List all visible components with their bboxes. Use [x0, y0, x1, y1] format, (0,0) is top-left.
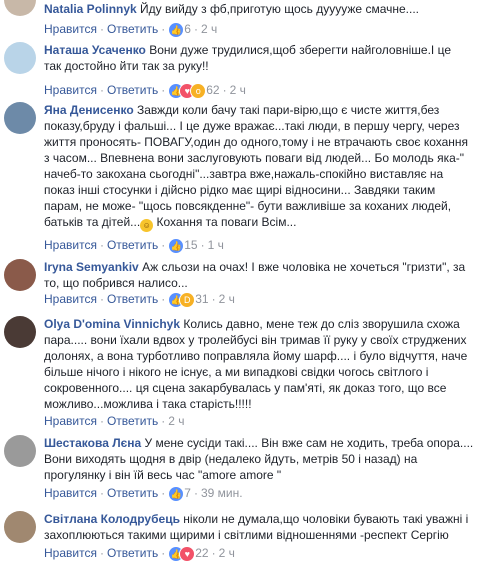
like-button[interactable]: Нравится — [44, 83, 97, 97]
avatar[interactable] — [4, 316, 36, 348]
comment-actions: Нравится · Ответить · 👍 ♥ 22 · 2 ч — [44, 545, 235, 563]
avatar[interactable] — [4, 435, 36, 467]
reply-button[interactable]: Ответить — [107, 22, 158, 36]
reaction-count[interactable]: 6 — [184, 22, 191, 36]
comment-text: У мене сусіди такі.... Він вже сам не хо… — [144, 436, 474, 450]
like-button[interactable]: Нравится — [44, 22, 97, 36]
like-button[interactable]: Нравится — [44, 292, 97, 306]
haha-reaction-icon: D — [179, 292, 196, 309]
avatar[interactable] — [4, 0, 36, 16]
comment-text: показу,бруду і фальші... І це дуже вража… — [44, 119, 460, 133]
comment-text: прогулянку і він їй весь час "amore amor… — [44, 468, 282, 482]
comment-text: ніколи не думала,що чоловіки бувають так… — [183, 512, 469, 526]
avatar[interactable] — [4, 102, 36, 134]
comment-author[interactable]: Світлана Колодрубець — [44, 512, 180, 526]
comment-text: то, що побрився налисо... — [44, 276, 188, 290]
like-button[interactable]: Нравится — [44, 546, 97, 560]
like-button[interactable]: Нравится — [44, 238, 97, 252]
like-reaction-icon: 👍 — [168, 238, 185, 255]
comment-text: Йду вийду з фб,приготую щось дууууже сма… — [140, 2, 419, 16]
comment-actions: Нравится · Ответить · 2 ч — [44, 414, 185, 428]
reply-button[interactable]: Ответить — [107, 546, 158, 560]
comment-actions: Нравится · Ответить · 👍 15 · 1 ч — [44, 237, 224, 255]
reply-button[interactable]: Ответить — [107, 414, 158, 428]
comment-text: батьків та дітей... — [44, 215, 141, 229]
reply-button[interactable]: Ответить — [107, 238, 158, 252]
comment-text: пара..... вони їхали вдвох у тролейбусі … — [44, 333, 467, 347]
comment-text: парам, не може- "щось повсякденне"- бути… — [44, 199, 452, 213]
comment-text: Завжди коли бачу такі пари-вірю,що є чис… — [137, 103, 440, 117]
comment-text: Колись давно, мене теж до сліз зворушила… — [183, 317, 460, 331]
reaction-count[interactable]: 31 — [195, 292, 208, 306]
reactions[interactable]: 👍 ♥ o — [168, 83, 207, 100]
reply-button[interactable]: Ответить — [107, 83, 158, 97]
comment-text: захоплюються такими щирими і світлими ві… — [44, 528, 449, 542]
comment-text: Вони виходять щодня в двір (недалеко йду… — [44, 452, 418, 466]
comment-author[interactable]: Яна Денисенко — [44, 103, 134, 117]
comment-text: так достойно йти так за руку!! — [44, 59, 209, 73]
comment-text: Вони дуже трудилися,щоб зберегти найголо… — [149, 43, 451, 57]
avatar[interactable] — [4, 511, 36, 543]
comment-time[interactable]: 2 ч — [219, 292, 235, 306]
comment-text: можливо...можлива і така старість!!!!! — [44, 397, 252, 411]
comment-actions: Нравится · Ответить · 👍 6 · 2 ч — [44, 21, 217, 39]
comment-author[interactable]: Olya D'omina Vinnichyk — [44, 317, 180, 331]
reactions[interactable]: 👍 — [168, 238, 185, 255]
like-reaction-icon: 👍 — [168, 22, 185, 39]
avatar[interactable] — [4, 259, 36, 291]
comment-time[interactable]: 39 мин. — [201, 486, 243, 500]
comment-text: життя проносять- ПОВАГУ,один до одного,т… — [44, 135, 469, 149]
reaction-count[interactable]: 7 — [184, 486, 191, 500]
reaction-count[interactable]: 15 — [184, 238, 197, 252]
reply-button[interactable]: Ответить — [107, 486, 158, 500]
like-button[interactable]: Нравится — [44, 486, 97, 500]
comment-text: сокровенного.... ця сцена закарбувалась … — [44, 381, 447, 395]
wow-reaction-icon: o — [190, 83, 207, 100]
reactions[interactable]: 👍 D — [168, 292, 196, 309]
reaction-count[interactable]: 62 — [206, 83, 219, 97]
comment-text: начеб-то закохана сьогодні"...завтра вже… — [44, 167, 444, 181]
smile-emoji-icon: ☺ — [140, 219, 154, 232]
reactions[interactable]: 👍 — [168, 22, 185, 39]
comment-author[interactable]: Наташа Усаченко — [44, 43, 146, 57]
comment-time[interactable]: 1 ч — [208, 238, 224, 252]
comment-actions: Нравится · Ответить · 👍 7 · 39 мин. — [44, 485, 243, 503]
reply-button[interactable]: Ответить — [107, 292, 158, 306]
reactions[interactable]: 👍 — [168, 486, 185, 503]
comment-time[interactable]: 2 ч — [201, 22, 217, 36]
comment-actions: Нравится · Ответить · 👍 ♥ o 62 · 2 ч — [44, 82, 246, 100]
comment-time[interactable]: 2 ч — [230, 83, 246, 97]
comment-time[interactable]: 2 ч — [168, 414, 184, 428]
comment-time[interactable]: 2 ч — [219, 546, 235, 560]
comment-text: Аж сльози на очах! І вже чоловіка не хоч… — [142, 260, 466, 274]
like-button[interactable]: Нравится — [44, 414, 97, 428]
comment-text: показ інші стосунки і дійсно рідко має щ… — [44, 183, 436, 197]
reactions[interactable]: 👍 ♥ — [168, 546, 196, 563]
comment-actions: Нравится · Ответить · 👍 D 31 · 2 ч — [44, 291, 235, 309]
like-reaction-icon: 👍 — [168, 486, 185, 503]
comment-text: більше нічого і нікого не існує, а ми ви… — [44, 365, 429, 379]
comment-author[interactable]: Natalia Polinnyk — [44, 2, 137, 16]
comment-text: долонях, а вона турботливо поправляла йо… — [44, 349, 468, 363]
comment-text: з часом... Впевнена вони заслуговують по… — [44, 151, 465, 165]
avatar[interactable] — [4, 42, 36, 74]
love-reaction-icon: ♥ — [179, 546, 196, 563]
reaction-count[interactable]: 22 — [195, 546, 208, 560]
comment-author[interactable]: Шестакова Лєна — [44, 436, 141, 450]
comment-text: Кохання та поваги Всім... — [156, 215, 297, 229]
comment-author[interactable]: Iryna Semyankiv — [44, 260, 139, 274]
